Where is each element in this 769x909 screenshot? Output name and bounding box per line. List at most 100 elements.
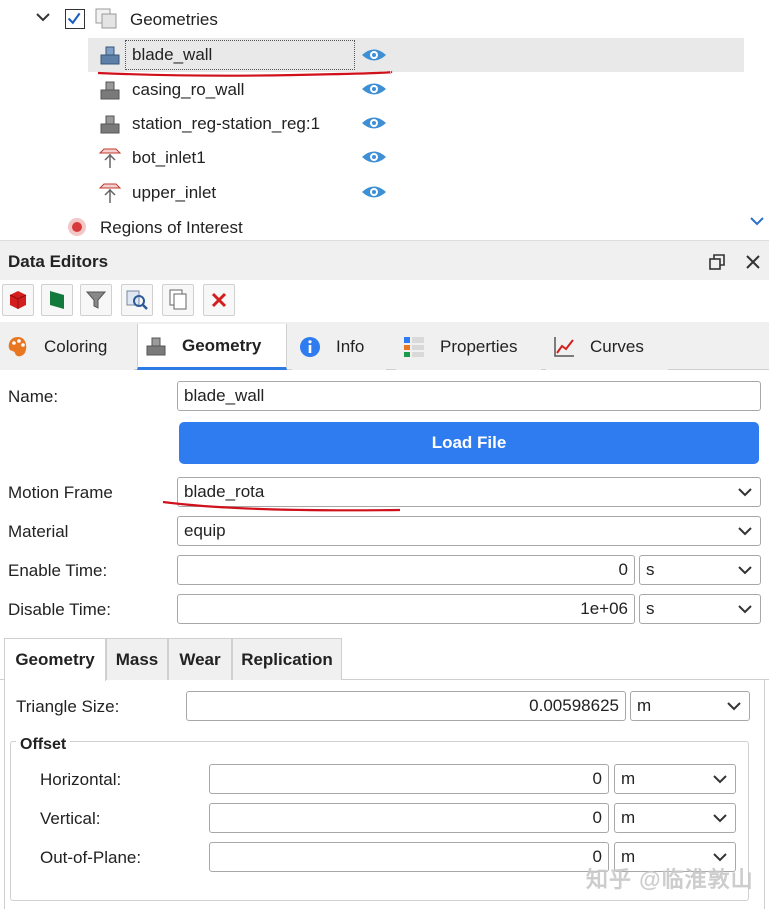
name-label: Name: [8, 387, 59, 406]
chevron-down-icon [738, 488, 752, 497]
disable-time-input[interactable]: 1e+06 [177, 594, 635, 624]
enable-time-unit: s [646, 560, 655, 579]
tab-label: Coloring [44, 337, 108, 356]
horizontal-unit-select[interactable]: m [614, 764, 736, 794]
tree-root-label: Geometries [130, 10, 218, 29]
geometries-folder-icon [95, 8, 117, 29]
tree-item-station-reg[interactable]: station_reg-station_reg:1 [98, 108, 320, 140]
subtab-replication[interactable]: Replication [232, 638, 342, 680]
search-objects-button[interactable] [121, 284, 153, 316]
tab-info[interactable]: Info [292, 324, 386, 370]
red-cube-button[interactable] [2, 284, 34, 316]
name-input[interactable]: blade_wall [177, 381, 761, 411]
enable-time-unit-select[interactable]: s [639, 555, 761, 585]
tab-label: Info [336, 337, 365, 356]
geometries-checkbox[interactable] [65, 9, 85, 29]
out-of-plane-input[interactable]: 0 [209, 842, 609, 872]
subtab-label: Replication [241, 649, 333, 669]
tab-coloring[interactable]: Coloring [0, 324, 134, 370]
enable-time-value: 0 [618, 560, 628, 579]
material-select[interactable]: equip [177, 516, 761, 546]
solid-geometry-icon [100, 115, 120, 134]
tab-label: Geometry [182, 335, 262, 355]
visibility-eye-icon[interactable] [361, 81, 387, 97]
subtab-geometry[interactable]: Geometry [4, 638, 106, 681]
data-editors-header: Data Editors [0, 240, 769, 280]
material-value: equip [184, 521, 226, 540]
filter-button[interactable] [80, 284, 112, 316]
geometry-icon [146, 337, 166, 355]
subtab-label: Geometry [15, 650, 95, 669]
visibility-eye-icon[interactable] [361, 184, 387, 200]
close-icon[interactable] [744, 253, 762, 271]
delete-x-icon [211, 292, 227, 308]
inlet-geometry-icon [98, 148, 122, 168]
tab-label: Properties [440, 337, 518, 356]
watermark-text: 知乎 @临淮敦山 [586, 867, 754, 892]
load-file-button[interactable]: Load File [179, 422, 759, 464]
vertical-input[interactable]: 0 [209, 803, 609, 833]
tree-item-label: upper_inlet [132, 183, 217, 202]
chevron-down-icon [738, 527, 752, 536]
disable-time-unit: s [646, 599, 655, 618]
search-icon [126, 290, 148, 310]
subtab-label: Wear [179, 649, 221, 669]
motion-frame-label: Motion Frame [8, 483, 113, 502]
filter-icon [85, 291, 107, 309]
offset-title: Offset [16, 736, 71, 754]
tab-geometry[interactable]: Geometry [137, 324, 287, 370]
solid-geometry-icon [100, 46, 120, 65]
tree-item-casing-ro-wall[interactable]: casing_ro_wall [98, 74, 244, 106]
delete-button[interactable] [203, 284, 235, 316]
triangle-size-label: Triangle Size: [16, 697, 120, 716]
regions-of-interest-icon [68, 218, 86, 236]
subtab-wear[interactable]: Wear [168, 638, 232, 680]
vertical-label: Vertical: [40, 809, 101, 828]
enable-time-input[interactable]: 0 [177, 555, 635, 585]
visibility-eye-icon[interactable] [361, 115, 387, 131]
scroll-down-chevron-icon[interactable] [749, 215, 765, 227]
curves-icon [554, 337, 574, 357]
subtab-mass[interactable]: Mass [106, 638, 168, 680]
palette-icon [8, 337, 27, 357]
copy-button[interactable] [162, 284, 194, 316]
chevron-down-icon [727, 702, 741, 711]
tree-item-bot-inlet1[interactable]: bot_inlet1 [98, 142, 206, 174]
tab-label: Curves [590, 337, 644, 356]
tree-item-label: Regions of Interest [100, 218, 243, 237]
chevron-down-icon [713, 814, 727, 823]
chevron-down-icon [713, 853, 727, 862]
tree-item-blade-wall[interactable]: blade_wall [98, 39, 212, 71]
disable-time-label: Disable Time: [8, 600, 111, 619]
tab-properties[interactable]: Properties [396, 324, 541, 370]
vertical-unit: m [621, 808, 636, 827]
triangle-size-unit: m [637, 696, 652, 715]
triangle-size-unit-select[interactable]: m [630, 691, 750, 721]
motion-frame-select[interactable]: blade_rota [177, 477, 761, 507]
restore-window-icon[interactable] [708, 253, 726, 271]
tree-root-geometries[interactable]: Geometries [130, 4, 218, 36]
green-flag-button[interactable] [41, 284, 73, 316]
vertical-unit-select[interactable]: m [614, 803, 736, 833]
tree-item-label: bot_inlet1 [132, 148, 206, 167]
motion-frame-value: blade_rota [184, 482, 265, 501]
horizontal-input[interactable]: 0 [209, 764, 609, 794]
horizontal-unit: m [621, 769, 636, 788]
data-editors-title: Data Editors [8, 252, 109, 271]
enable-time-label: Enable Time: [8, 561, 108, 580]
tab-curves[interactable]: Curves [546, 324, 668, 370]
visibility-eye-icon[interactable] [361, 47, 387, 63]
chevron-down-icon [738, 605, 752, 614]
green-flag-icon [50, 291, 64, 309]
subtab-label: Mass [115, 649, 159, 669]
checkmark-icon [67, 12, 81, 25]
name-value: blade_wall [184, 386, 265, 405]
inlet-geometry-icon [98, 183, 122, 203]
tree-item-upper-inlet[interactable]: upper_inlet [98, 177, 216, 209]
triangle-size-input[interactable]: 0.00598625 [186, 691, 626, 721]
out-of-plane-label: Out-of-Plane: [40, 848, 142, 867]
chevron-down-icon[interactable] [34, 8, 52, 26]
disable-time-unit-select[interactable]: s [639, 594, 761, 624]
visibility-eye-icon[interactable] [361, 149, 387, 165]
material-label: Material [8, 522, 69, 541]
